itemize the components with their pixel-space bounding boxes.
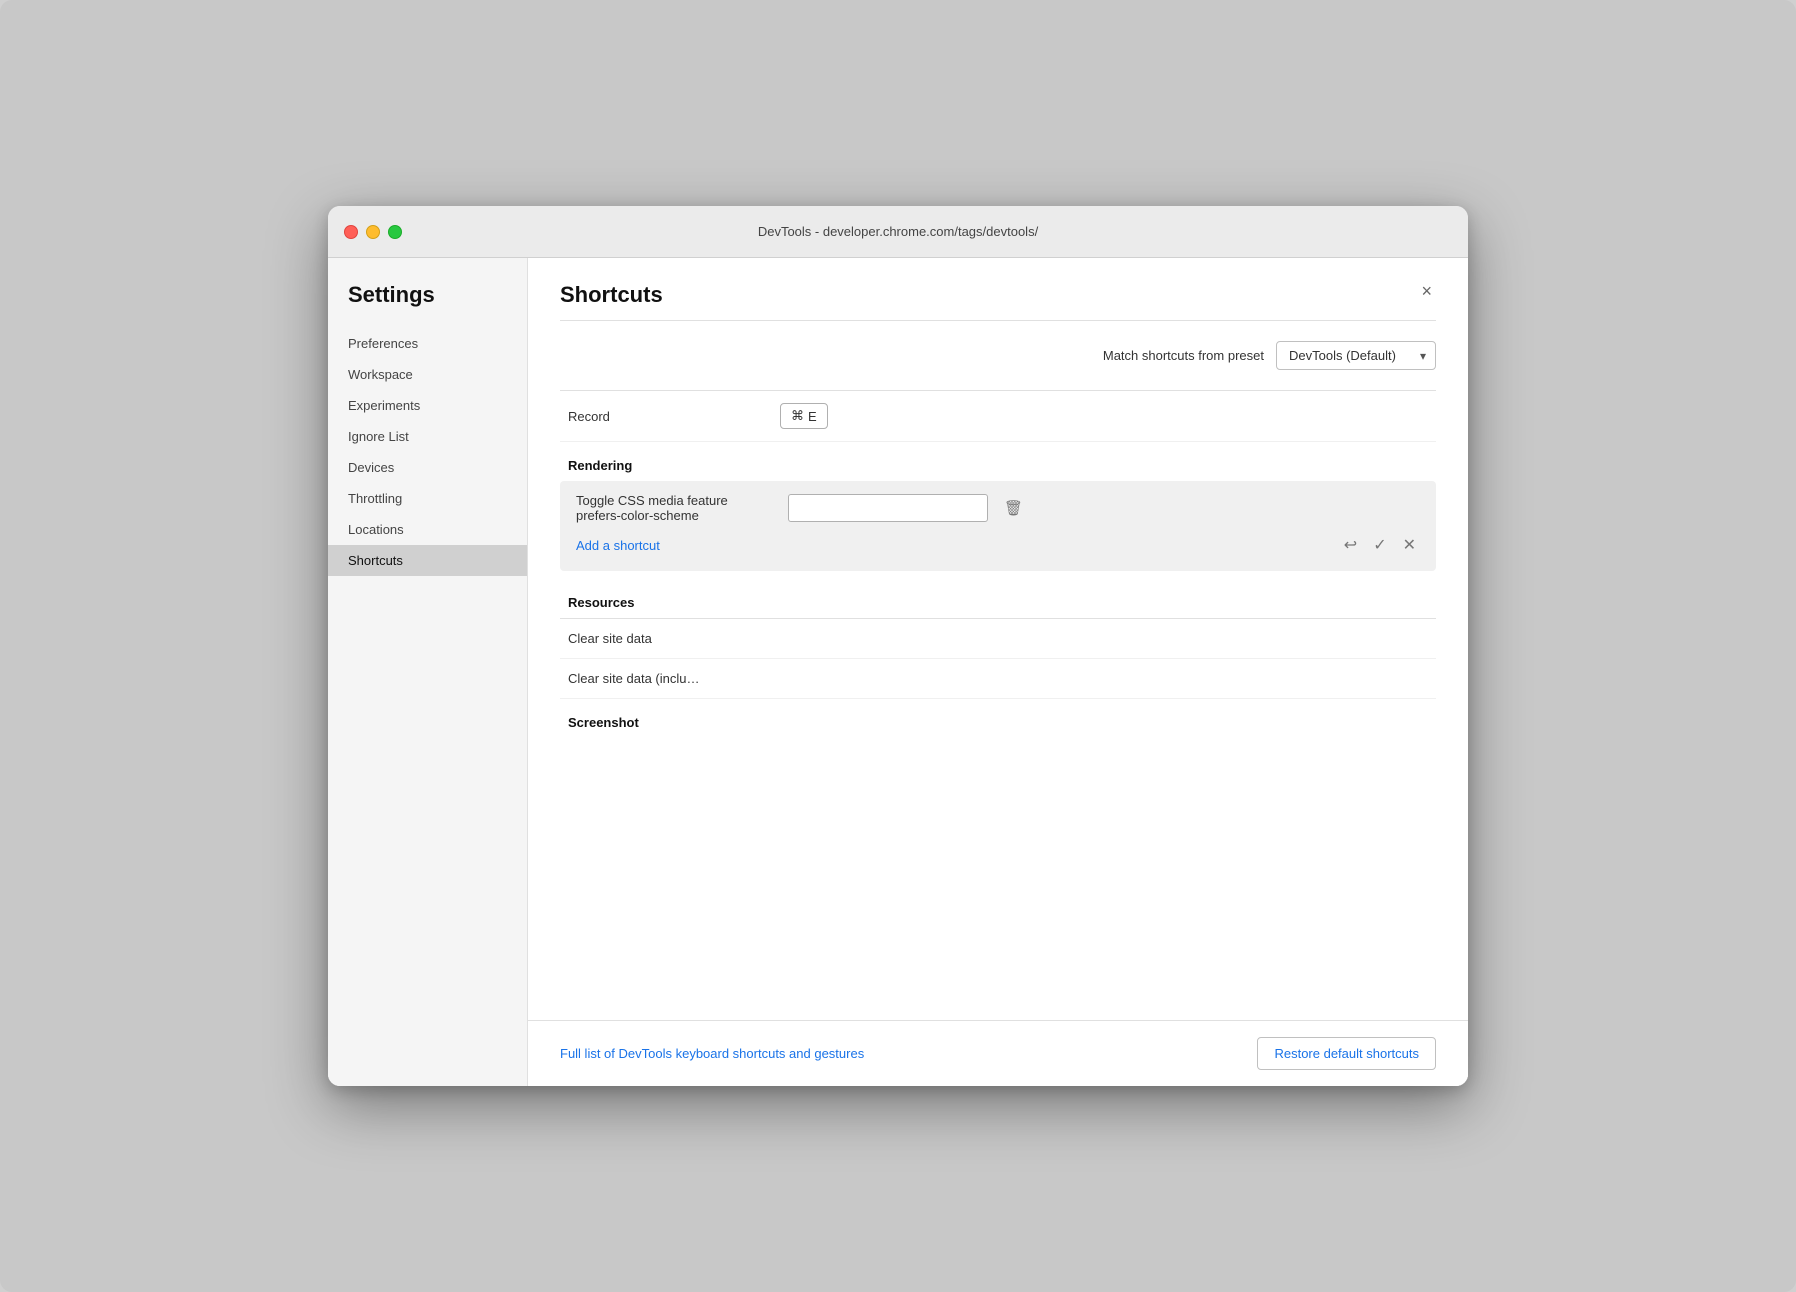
- window-title: DevTools - developer.chrome.com/tags/dev…: [758, 224, 1038, 239]
- delete-shortcut-button[interactable]: 🗑: [1000, 495, 1027, 521]
- preset-label: Match shortcuts from preset: [1103, 348, 1264, 363]
- sidebar-item-shortcuts[interactable]: Shortcuts: [328, 545, 527, 576]
- add-shortcut-link[interactable]: Add a shortcut: [576, 538, 660, 553]
- close-settings-button[interactable]: ×: [1417, 282, 1436, 300]
- rendering-actions: Add a shortcut ↩ ✓ ✕: [576, 531, 1420, 559]
- traffic-lights: [344, 225, 402, 239]
- shortcut-input-field[interactable]: [788, 494, 988, 522]
- sidebar: Settings Preferences Workspace Experimen…: [328, 258, 528, 1086]
- main-header: Shortcuts ×: [528, 258, 1468, 308]
- full-list-link[interactable]: Full list of DevTools keyboard shortcuts…: [560, 1046, 864, 1061]
- devtools-window: DevTools - developer.chrome.com/tags/dev…: [328, 206, 1468, 1086]
- main-scroll-area[interactable]: Match shortcuts from preset DevTools (De…: [528, 321, 1468, 1020]
- sidebar-item-experiments[interactable]: Experiments: [328, 390, 527, 421]
- sidebar-item-locations[interactable]: Locations: [328, 514, 527, 545]
- undo-icon: ↩: [1344, 535, 1357, 555]
- clear-site-data-row: Clear site data: [560, 619, 1436, 659]
- screenshot-section-header: Screenshot: [560, 699, 1436, 738]
- sidebar-item-preferences[interactable]: Preferences: [328, 328, 527, 359]
- rendering-item-name: Toggle CSS media featureprefers-color-sc…: [576, 493, 776, 523]
- preset-select-wrapper[interactable]: DevTools (Default) Visual Studio Code: [1276, 341, 1436, 370]
- clear-site-data-incl-row: Clear site data (inclu…: [560, 659, 1436, 699]
- clear-site-data-incl-label: Clear site data (inclu…: [568, 671, 700, 686]
- resources-section-content: Clear site data Clear site data (inclu…: [560, 618, 1436, 699]
- rendering-top: Toggle CSS media featureprefers-color-sc…: [576, 493, 1420, 523]
- preset-select[interactable]: DevTools (Default) Visual Studio Code: [1276, 341, 1436, 370]
- record-section: Record ⌘ E: [560, 390, 1436, 442]
- trash-icon: 🗑: [1004, 499, 1023, 517]
- minimize-window-button[interactable]: [366, 225, 380, 239]
- undo-shortcut-button[interactable]: ↩: [1340, 531, 1361, 559]
- sidebar-item-workspace[interactable]: Workspace: [328, 359, 527, 390]
- clear-site-data-label: Clear site data: [568, 631, 652, 646]
- window-body: Settings Preferences Workspace Experimen…: [328, 258, 1468, 1086]
- close-window-button[interactable]: [344, 225, 358, 239]
- cmd-symbol: ⌘: [791, 408, 804, 424]
- check-icon: ✓: [1373, 535, 1386, 555]
- settings-heading: Settings: [328, 282, 527, 328]
- bottom-bar: Full list of DevTools keyboard shortcuts…: [528, 1020, 1468, 1086]
- sidebar-item-throttling[interactable]: Throttling: [328, 483, 527, 514]
- titlebar: DevTools - developer.chrome.com/tags/dev…: [328, 206, 1468, 258]
- maximize-window-button[interactable]: [388, 225, 402, 239]
- sidebar-item-ignore-list[interactable]: Ignore List: [328, 421, 527, 452]
- page-title: Shortcuts: [560, 282, 663, 308]
- main-content: Shortcuts × Match shortcuts from preset …: [528, 258, 1468, 1086]
- rendering-item: Toggle CSS media featureprefers-color-sc…: [560, 481, 1436, 571]
- preset-row: Match shortcuts from preset DevTools (De…: [560, 321, 1436, 390]
- restore-defaults-button[interactable]: Restore default shortcuts: [1257, 1037, 1436, 1070]
- record-shortcut-keys: ⌘ E: [780, 403, 1436, 429]
- resources-section-header: Resources: [560, 579, 1436, 618]
- confirm-shortcut-button[interactable]: ✓: [1369, 531, 1390, 559]
- sidebar-item-devices[interactable]: Devices: [328, 452, 527, 483]
- x-icon: ✕: [1403, 535, 1416, 555]
- record-key-badge: ⌘ E: [780, 403, 828, 429]
- record-shortcut-row: Record ⌘ E: [560, 391, 1436, 442]
- rendering-section-header: Rendering: [560, 442, 1436, 481]
- action-icons: ↩ ✓ ✕: [1340, 531, 1420, 559]
- record-shortcut-name: Record: [560, 409, 780, 424]
- e-key: E: [808, 409, 817, 424]
- desktop: DevTools - developer.chrome.com/tags/dev…: [0, 0, 1796, 1292]
- cancel-shortcut-button[interactable]: ✕: [1399, 531, 1420, 559]
